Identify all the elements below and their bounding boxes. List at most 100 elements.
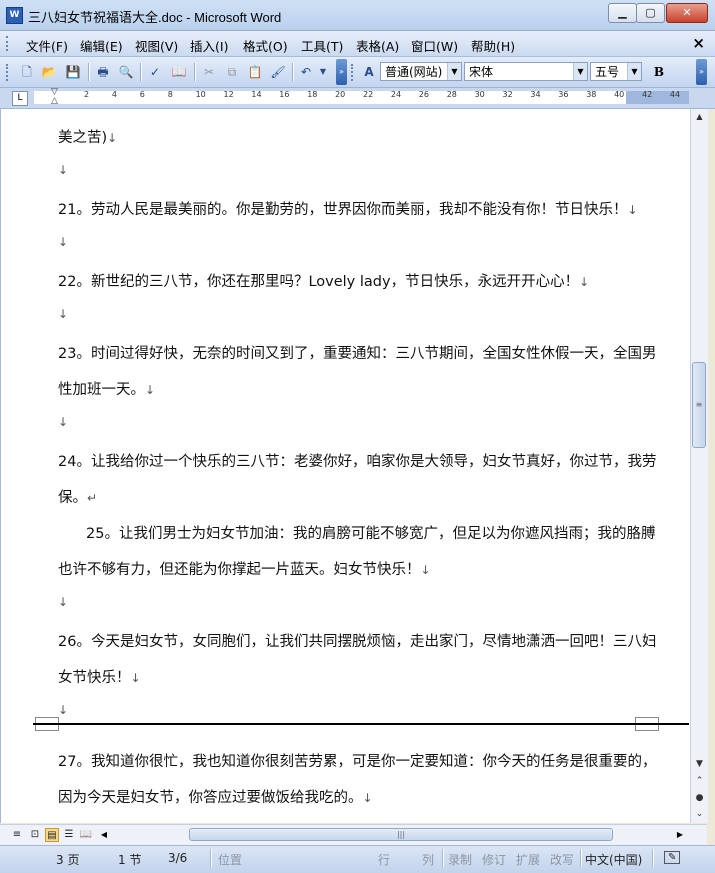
menu-file[interactable]: 文件(F) bbox=[26, 36, 68, 55]
bold-button[interactable]: B bbox=[650, 63, 668, 81]
research-icon[interactable]: 📖 bbox=[170, 63, 188, 81]
status-language[interactable]: 中文(中国) bbox=[585, 851, 642, 868]
select-browse-object-icon[interactable]: ● bbox=[691, 791, 708, 805]
document-line[interactable]: 21。劳动人民是最美丽的。你是勤劳的，世界因你而美丽，我却不能没有你！节日快乐！… bbox=[58, 198, 638, 219]
undo-icon[interactable]: ↶ bbox=[297, 63, 315, 81]
horizontal-scrollbar[interactable]: ≡ ⊡ ▤ ☰ 📖 ◀ ||| ▶ bbox=[0, 824, 707, 845]
scroll-up-icon[interactable]: ▲ bbox=[691, 109, 708, 125]
document-line[interactable]: 26。今天是妇女节，女同胞们，让我们共同摆脱烦恼，走出家门，尽情地潇洒一回吧！三… bbox=[58, 630, 656, 651]
document-line[interactable]: 保。↵ bbox=[58, 486, 97, 507]
horizontal-ruler[interactable]: L ▽ △ 2 4 6 8 10 12 14 16 18 20 22 24 26 28 30 32 34 36 38 4… bbox=[0, 88, 715, 109]
reading-layout-view-icon[interactable]: 📖 bbox=[79, 828, 93, 842]
document-line[interactable]: 22。新世纪的三八节，你还在那里吗？Lovely lady，节日快乐，永远开开心… bbox=[58, 270, 589, 291]
toolbar-options-icon[interactable]: » bbox=[696, 59, 707, 85]
previous-page-icon[interactable]: ⌃ bbox=[691, 774, 708, 788]
toolbar-options-icon[interactable]: » bbox=[336, 59, 347, 85]
document-line[interactable]: ↓ bbox=[58, 702, 68, 718]
font-select[interactable]: 宋体 ▼ bbox=[464, 62, 588, 81]
status-position: 位置 bbox=[218, 853, 243, 867]
open-folder-icon[interactable]: 📂 bbox=[40, 63, 58, 81]
scroll-down-icon[interactable]: ▼ bbox=[691, 757, 708, 771]
print-layout-view-icon[interactable]: ▤ bbox=[45, 828, 59, 842]
document-line[interactable]: 性加班一天。↓ bbox=[58, 378, 155, 399]
vertical-scrollbar[interactable]: ▲ ≡ ▼ ⌃ ● ⌄ bbox=[690, 109, 708, 823]
ruler-tick-label: 44 bbox=[669, 90, 681, 99]
menu-window[interactable]: 窗口(W) bbox=[411, 36, 458, 55]
paragraph-mark-icon: ↓ bbox=[58, 307, 69, 321]
close-window-button[interactable]: ✕ bbox=[666, 3, 708, 23]
status-separator bbox=[652, 849, 654, 867]
chevron-down-icon[interactable]: ▼ bbox=[447, 63, 461, 80]
document-line[interactable]: 27。我知道你很忙，我也知道你很刻苦劳累，可是你一定要知道：你今天的任务是很重要… bbox=[58, 750, 656, 771]
paragraph-mark-icon: ↓ bbox=[627, 203, 638, 217]
formatting-toolbar-grip[interactable] bbox=[351, 64, 356, 81]
status-record[interactable]: 录制 bbox=[448, 851, 472, 868]
style-select[interactable]: 普通(网站) ▼ bbox=[380, 62, 462, 81]
spelling-status-icon[interactable]: ✎ bbox=[664, 851, 681, 864]
tab-selector[interactable]: L bbox=[12, 91, 28, 106]
menu-table[interactable]: 表格(A) bbox=[356, 36, 399, 55]
document-line[interactable]: 美之苦)↓ bbox=[58, 126, 117, 147]
maximize-button[interactable]: ▢ bbox=[636, 3, 665, 23]
document-line[interactable]: 25。让我们男士为妇女节加油：我的肩膀可能不够宽广，但足以为你遮风挡雨；我的胳膊 bbox=[86, 522, 655, 543]
menubar-grip[interactable] bbox=[6, 36, 11, 51]
cut-icon[interactable]: ✂ bbox=[200, 63, 218, 81]
scroll-right-icon[interactable]: ▶ bbox=[674, 828, 686, 842]
document-area[interactable]: 美之苦)↓ ↓ 21。劳动人民是最美丽的。你是勤劳的，世界因你而美丽，我却不能没有你… bbox=[0, 109, 691, 823]
word-app-icon[interactable]: W bbox=[6, 7, 23, 24]
menu-help[interactable]: 帮助(H) bbox=[471, 36, 515, 55]
paste-icon[interactable]: 📋 bbox=[246, 63, 264, 81]
menu-view[interactable]: 视图(V) bbox=[135, 36, 178, 55]
document-line[interactable]: 也许不够有力，但还能为你撑起一片蓝天。妇女节快乐！↓ bbox=[58, 558, 431, 579]
print-icon[interactable]: 🖶 bbox=[94, 63, 112, 81]
document-line-text: 23。时间过得好快，无奈的时间又到了，重要通知：三八节期间，全国女性休假一天，全… bbox=[58, 346, 657, 362]
format-painter-icon[interactable]: 🖌 bbox=[269, 63, 287, 81]
indent-marker-icon[interactable]: ▽ △ bbox=[51, 88, 61, 107]
document-line[interactable]: 女节快乐！↓ bbox=[58, 666, 141, 687]
save-icon[interactable]: 💾 bbox=[64, 63, 82, 81]
chevron-down-icon[interactable]: ▼ bbox=[573, 63, 587, 80]
spelling-check-icon[interactable]: ✓ bbox=[146, 63, 164, 81]
ruler-tick-label: 14 bbox=[251, 90, 262, 99]
minimize-button[interactable]: ▁ bbox=[608, 3, 637, 23]
ruler-tick-label: 36 bbox=[558, 90, 569, 99]
document-line[interactable]: ↓ bbox=[58, 162, 68, 178]
next-page-icon[interactable]: ⌄ bbox=[691, 807, 708, 821]
menu-format[interactable]: 格式(O) bbox=[243, 36, 288, 55]
ruler-tick-label: 2 bbox=[84, 90, 90, 99]
close-document-icon[interactable]: × bbox=[692, 34, 705, 52]
document-line-text: 保。 bbox=[58, 490, 87, 506]
document-line[interactable]: ↓ bbox=[58, 414, 68, 430]
document-line[interactable]: ↓ bbox=[58, 234, 68, 250]
menu-edit[interactable]: 编辑(E) bbox=[80, 36, 123, 55]
document-line-text: 22。新世纪的三八节，你还在那里吗？Lovely lady，节日快乐，永远开开心… bbox=[58, 274, 580, 290]
scroll-left-icon[interactable]: ◀ bbox=[98, 828, 110, 842]
new-document-icon[interactable]: 🗋 bbox=[18, 63, 36, 81]
document-line[interactable]: ↓ bbox=[58, 594, 68, 610]
status-overtype[interactable]: 改写 bbox=[550, 851, 574, 868]
vertical-scroll-thumb[interactable]: ≡ bbox=[692, 362, 706, 448]
normal-view-icon[interactable]: ≡ bbox=[10, 828, 24, 842]
document-line-text: 24。让我给你过一个快乐的三八节：老婆你好，咱家你是大领导，妇女节真好，你过节，… bbox=[58, 454, 657, 470]
document-line[interactable]: 23。时间过得好快，无奈的时间又到了，重要通知：三八节期间，全国女性休假一天，全… bbox=[58, 342, 656, 363]
copy-icon[interactable]: ⧉ bbox=[223, 63, 241, 81]
chevron-down-icon[interactable]: ▼ bbox=[627, 63, 641, 80]
horizontal-scroll-thumb[interactable]: ||| bbox=[189, 828, 613, 841]
standard-toolbar-grip[interactable] bbox=[6, 64, 11, 81]
menu-insert[interactable]: 插入(I) bbox=[190, 36, 228, 55]
ruler-tick-label: 28 bbox=[446, 90, 457, 99]
toolbar: 🗋 📂 💾 🖶 🔍 ✓ 📖 ✂ ⧉ 📋 🖌 ↶ ▼ » A 普通(网站) ▼ 宋… bbox=[0, 57, 715, 88]
web-layout-view-icon[interactable]: ⊡ bbox=[28, 828, 42, 842]
font-size-select[interactable]: 五号 ▼ bbox=[590, 62, 642, 81]
styles-icon[interactable]: A bbox=[360, 63, 378, 81]
undo-dropdown-icon[interactable]: ▼ bbox=[314, 63, 332, 81]
outline-view-icon[interactable]: ☰ bbox=[62, 828, 76, 842]
print-preview-icon[interactable]: 🔍 bbox=[117, 63, 135, 81]
status-extend[interactable]: 扩展 bbox=[516, 851, 540, 868]
document-line[interactable]: ↓ bbox=[58, 306, 68, 322]
document-line[interactable]: 24。让我给你过一个快乐的三八节：老婆你好，咱家你是大领导，妇女节真好，你过节，… bbox=[58, 450, 656, 471]
toolbar-separator bbox=[194, 63, 196, 81]
document-line[interactable]: 因为今天是妇女节，你答应过要做饭给我吃的。↓ bbox=[58, 786, 373, 807]
status-track-changes[interactable]: 修订 bbox=[482, 851, 506, 868]
menu-tools[interactable]: 工具(T) bbox=[301, 36, 343, 55]
